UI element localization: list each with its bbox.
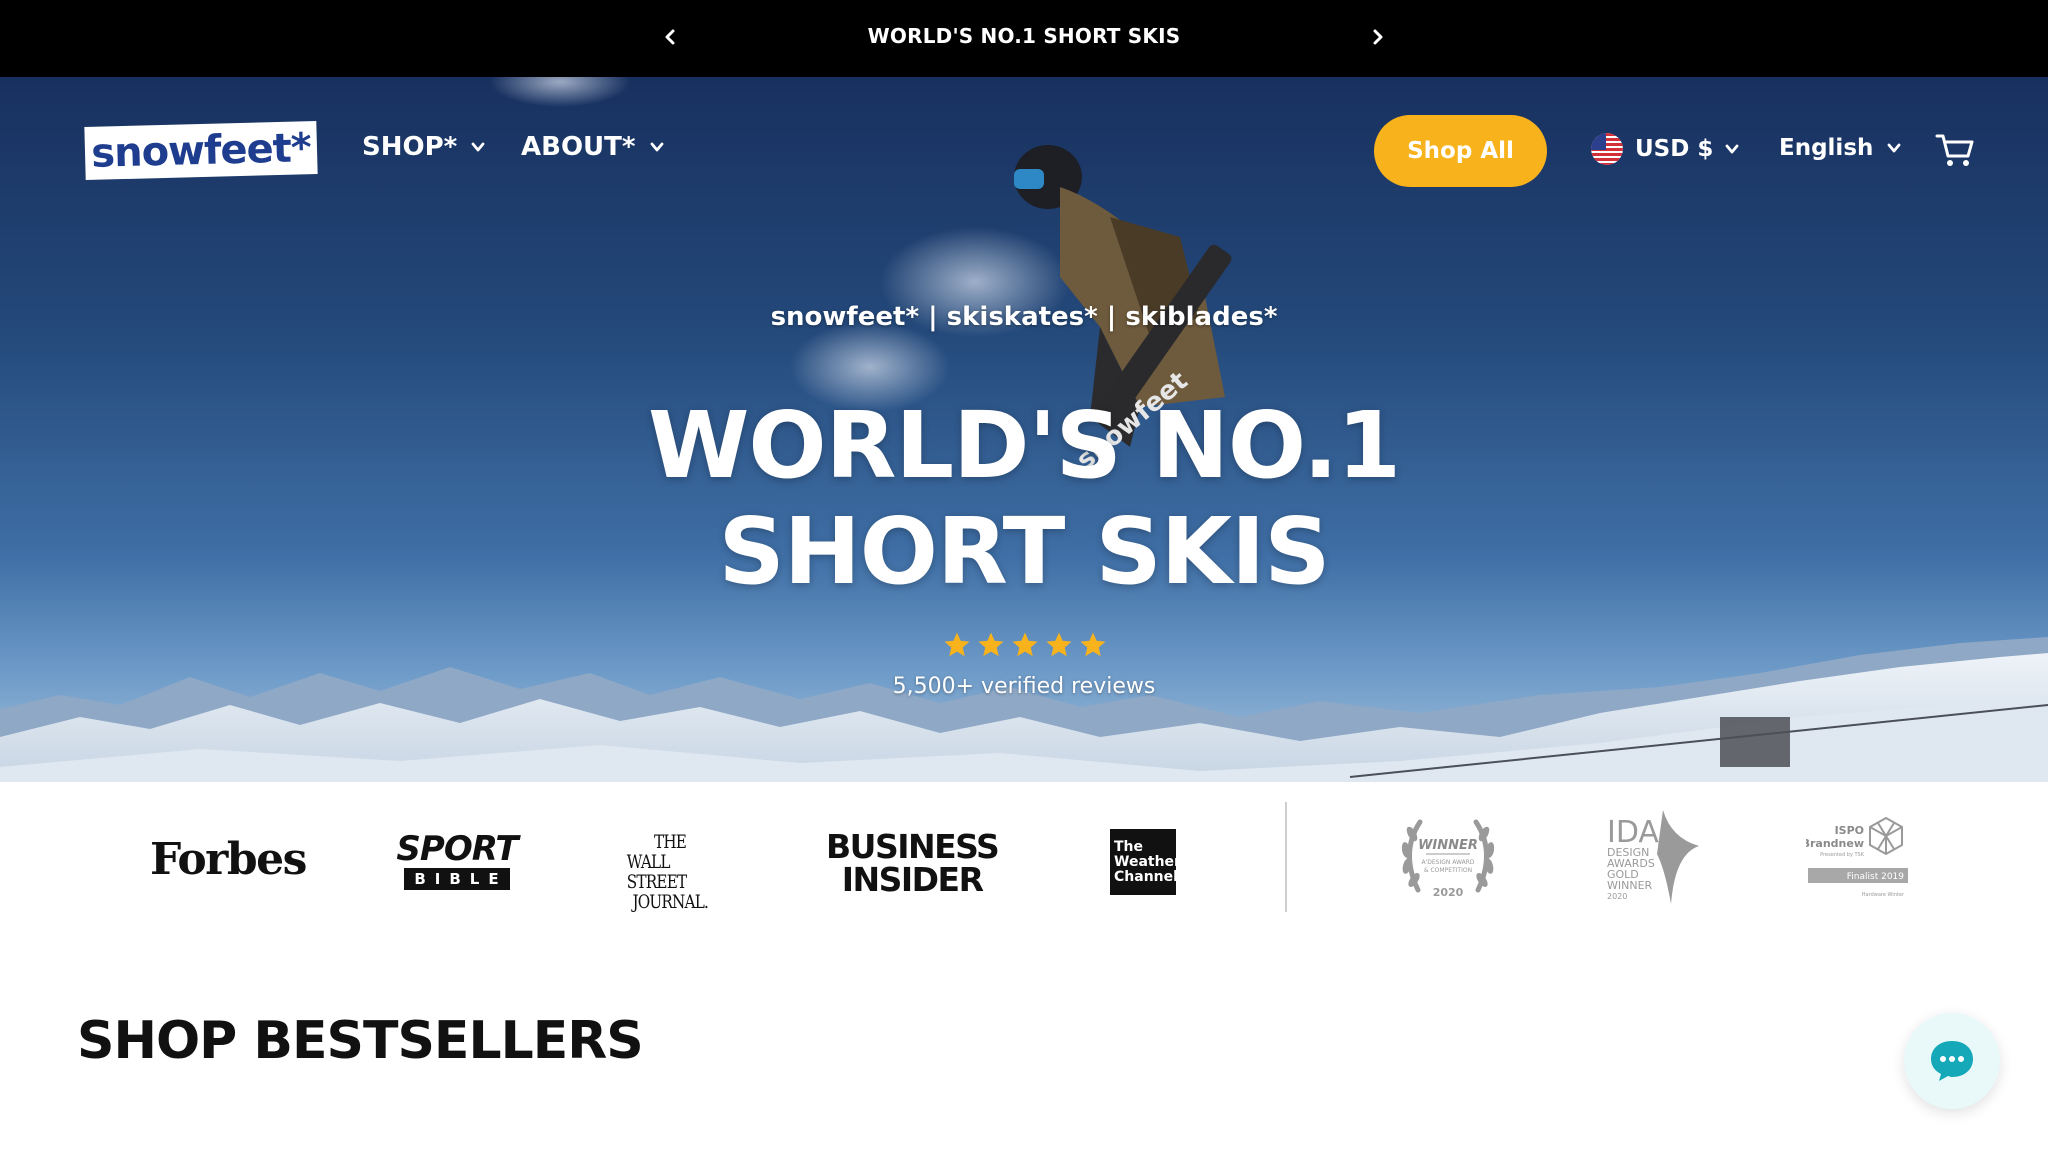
wsj-line2: WALL STREET xyxy=(626,851,687,893)
currency-label: USD $ xyxy=(1635,136,1714,162)
wall-street-journal-logo: THE WALL STREET JOURNAL. xyxy=(616,832,724,912)
ida-award-badge: IDA DESIGN AWARDS GOLD WINNER 2020 xyxy=(1607,810,1699,904)
logo-text: snowfeet* xyxy=(90,124,312,177)
wsj-line1: THE xyxy=(653,831,687,853)
us-flag-icon xyxy=(1591,133,1623,165)
star-icon xyxy=(978,632,1004,657)
shop-all-button[interactable]: Shop All xyxy=(1374,115,1547,187)
shop-bestsellers-heading: SHOP BESTSELLERS xyxy=(77,1011,644,1071)
svg-text:& COMPETITION: & COMPETITION xyxy=(1424,867,1472,874)
hero-title-line2: SHORT SKIS xyxy=(718,498,1331,605)
star-icon xyxy=(1046,632,1072,657)
hero-title-line1: WORLD'S NO.1 xyxy=(647,392,1401,499)
announcement-next-button[interactable] xyxy=(1363,22,1393,52)
sport-bible-logo: SPORT BIBLE xyxy=(396,832,519,890)
svg-text:Brandnew: Brandnew xyxy=(1806,837,1864,850)
language-label: English xyxy=(1779,135,1874,161)
svg-text:ISPO: ISPO xyxy=(1835,824,1864,837)
star-icon xyxy=(1012,632,1038,657)
sport-bible-logo-top: SPORT xyxy=(396,829,518,869)
chat-bubble-icon xyxy=(1931,1041,1973,1081)
svg-text:Hardware Winter: Hardware Winter xyxy=(1862,892,1905,898)
sport-bible-logo-bottom: BIBLE xyxy=(404,868,510,890)
chevron-down-icon xyxy=(471,142,485,152)
star-icon xyxy=(1080,632,1106,657)
nav-about[interactable]: ABOUT* xyxy=(521,132,664,162)
adesign-award-badge: WINNER A'DESIGN AWARD & COMPETITION 2020 xyxy=(1401,819,1495,899)
svg-text:WINNER: WINNER xyxy=(1418,838,1478,853)
svg-text:2020: 2020 xyxy=(1607,892,1627,901)
svg-text:A'DESIGN AWARD: A'DESIGN AWARD xyxy=(1421,859,1474,866)
announcement-text: WORLD'S NO.1 SHORT SKIS xyxy=(867,24,1181,48)
press-divider xyxy=(1285,802,1287,912)
press-logos-strip: Forbes SPORT BIBLE THE WALL STREET JOURN… xyxy=(0,782,2048,932)
announcement-bar: WORLD'S NO.1 SHORT SKIS xyxy=(0,0,2048,77)
business-insider-line1: BUSINESS xyxy=(826,827,1000,866)
business-insider-logo: BUSINESS INSIDER xyxy=(826,827,1000,899)
svg-text:2020: 2020 xyxy=(1433,886,1464,899)
weather-line3: Channel xyxy=(1114,868,1178,885)
chevron-down-icon xyxy=(650,142,663,152)
business-insider-line2: INSIDER xyxy=(841,860,984,899)
weather-line2: Weather xyxy=(1114,853,1181,870)
cart-icon[interactable] xyxy=(1935,132,1975,168)
hero-subtitle: snowfeet* | skiskates* | skiblades* xyxy=(770,302,1278,332)
svg-text:Finalist 2019: Finalist 2019 xyxy=(1847,872,1904,882)
ispo-award-badge: ISPO Brandnew Presented by TSK Finalist … xyxy=(1806,816,1908,898)
chat-widget-button[interactable] xyxy=(1904,1013,2000,1109)
language-selector[interactable]: English xyxy=(1779,135,1901,161)
chevron-down-icon xyxy=(1887,143,1901,153)
currency-selector[interactable]: USD $ xyxy=(1591,133,1739,165)
wsj-line3: JOURNAL. xyxy=(632,891,708,913)
weather-channel-logo: The Weather Channel xyxy=(1110,829,1181,895)
chevron-down-icon xyxy=(1725,144,1739,154)
svg-text:WINNER: WINNER xyxy=(1607,879,1653,892)
snowfeet-logo[interactable]: snowfeet* xyxy=(84,120,318,181)
star-icon xyxy=(944,632,970,657)
hero-title: WORLD'S NO.1 SHORT SKIS xyxy=(0,393,2048,605)
nav-shop-label: SHOP* xyxy=(362,132,458,162)
chevron-right-icon xyxy=(1373,29,1383,45)
nav-about-label: ABOUT* xyxy=(521,132,636,162)
weather-line1: The xyxy=(1114,838,1144,855)
nav-shop[interactable]: SHOP* xyxy=(362,132,485,162)
svg-text:IDA: IDA xyxy=(1607,815,1659,850)
svg-text:Presented by TSK: Presented by TSK xyxy=(1820,852,1865,858)
reviews-count: 5,500+ verified reviews xyxy=(892,674,1156,699)
forbes-logo: Forbes xyxy=(150,834,307,885)
rating-stars xyxy=(940,630,1110,660)
